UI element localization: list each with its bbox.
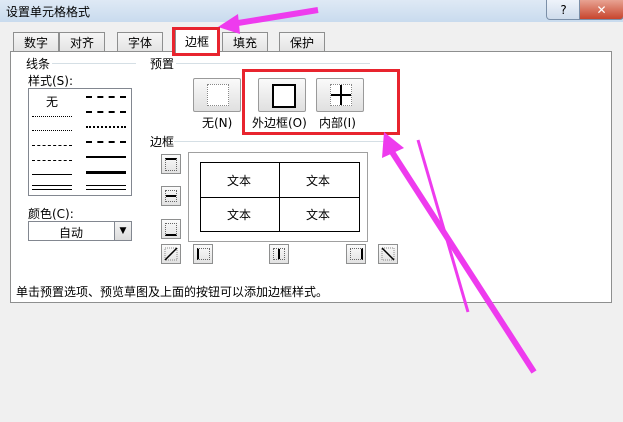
tab-highlight-box — [172, 27, 220, 56]
arrow-head-icon — [218, 14, 240, 34]
annotation-arrow — [231, 7, 319, 27]
annotation-arrow — [416, 139, 470, 313]
annotation-arrow — [389, 150, 537, 374]
annotation-arrows — [218, 7, 537, 374]
